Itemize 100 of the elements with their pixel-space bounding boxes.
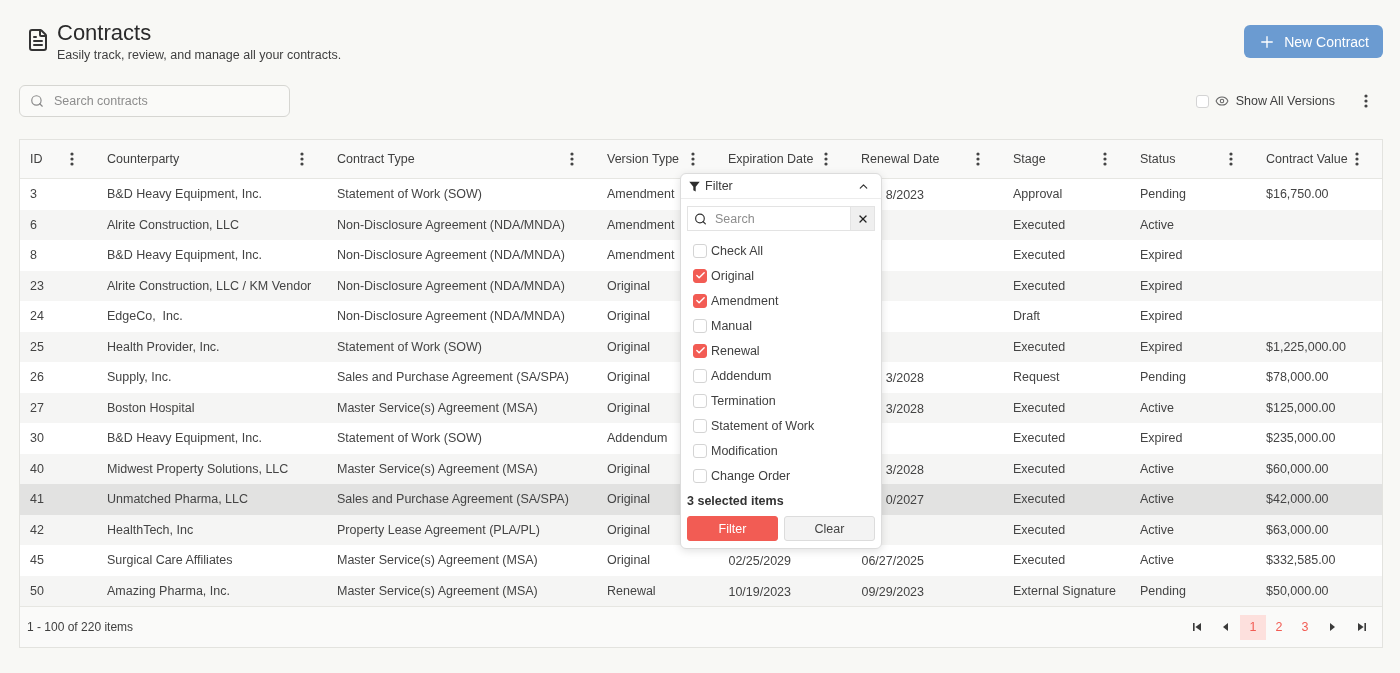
option-label[interactable]: Amendment xyxy=(711,293,779,308)
column-header[interactable]: Status xyxy=(1140,152,1176,166)
option-label[interactable]: Check All xyxy=(711,243,764,258)
table-cell: Renewal xyxy=(607,583,656,598)
table-cell: Boston Hospital xyxy=(107,400,195,415)
column-menu-icon[interactable] xyxy=(300,152,304,166)
table-cell: Executed xyxy=(1013,431,1066,446)
column-menu-icon[interactable] xyxy=(1229,152,1233,166)
column-menu-icon[interactable] xyxy=(1355,152,1359,166)
column-header[interactable]: Renewal Date xyxy=(861,152,940,166)
table-cell: 3 xyxy=(30,187,37,202)
column-header[interactable]: Version Type xyxy=(607,152,680,166)
table-cell: $332,585.00 xyxy=(1266,553,1336,568)
table-cell: EdgeCo, Inc. xyxy=(107,309,183,324)
table-cell: Original xyxy=(607,522,651,537)
table-cell: Amendment xyxy=(607,248,675,263)
column-header[interactable]: ID xyxy=(30,152,43,166)
table-cell: Sales and Purchase Agreement (SA/SPA) xyxy=(337,492,569,507)
table-cell: Alrite Construction, LLC / KM Vendor xyxy=(107,278,312,293)
option-label[interactable]: Change Order xyxy=(711,468,791,483)
table-cell: Original xyxy=(607,309,651,324)
option-label[interactable]: Addendum xyxy=(711,368,772,383)
table-cell: $1,225,000.00 xyxy=(1266,339,1346,354)
table-cell: Non-Disclosure Agreement (NDA/MNDA) xyxy=(337,217,565,232)
table-cell: Amendment xyxy=(607,217,675,232)
skip-end-icon xyxy=(1357,623,1366,631)
table-cell: 26 xyxy=(30,370,44,385)
table-cell: Master Service(s) Agreement (MSA) xyxy=(337,461,538,476)
table-cell: 0/2027 xyxy=(885,493,924,508)
table-cell: Approval xyxy=(1013,187,1063,202)
table-cell: 09/29/2023 xyxy=(861,584,924,599)
selected-count: 3 selected items xyxy=(687,494,784,508)
table-cell: Original xyxy=(607,370,651,385)
search-field[interactable]: Search contracts xyxy=(19,85,290,117)
clear-search-button[interactable] xyxy=(850,207,874,230)
column-menu-icon[interactable] xyxy=(976,152,980,166)
page-title: Contracts xyxy=(57,20,153,46)
triangle-left-icon xyxy=(1223,623,1228,631)
table-cell: Statement of Work (SOW) xyxy=(337,339,482,354)
table-cell: External Signature xyxy=(1013,583,1116,598)
option-label[interactable]: Termination xyxy=(711,393,776,408)
option-label[interactable]: Renewal xyxy=(711,343,760,358)
table-cell: Expired xyxy=(1140,309,1183,324)
show-all-versions-label: Show All Versions xyxy=(1235,94,1335,108)
table-cell: Executed xyxy=(1013,339,1066,354)
table-cell: Executed xyxy=(1013,522,1066,537)
column-menu-icon[interactable] xyxy=(70,152,74,166)
skip-start-icon xyxy=(1192,623,1201,631)
table-cell: Expired xyxy=(1140,248,1183,263)
table-cell: Non-Disclosure Agreement (NDA/MNDA) xyxy=(337,278,565,293)
table-cell: 27 xyxy=(30,400,44,415)
column-header[interactable]: Contract Value xyxy=(1266,152,1348,166)
option-label[interactable]: Statement of Work xyxy=(711,418,815,433)
checkbox[interactable] xyxy=(693,268,707,283)
funnel-icon xyxy=(689,180,700,192)
table-cell: Active xyxy=(1140,400,1175,415)
table-cell: Pending xyxy=(1140,583,1186,598)
checkbox[interactable] xyxy=(693,293,707,308)
table-cell: Property Lease Agreement (PLA/PL) xyxy=(337,522,540,537)
table-cell: $125,000.00 xyxy=(1266,400,1336,415)
table-cell: Amazing Pharma, Inc. xyxy=(107,583,230,598)
table-cell: Midwest Property Solutions, LLC xyxy=(107,461,289,476)
filter-title: Filter xyxy=(705,179,733,193)
table-cell: Active xyxy=(1140,217,1175,232)
table-cell: Master Service(s) Agreement (MSA) xyxy=(337,400,538,415)
column-header[interactable]: Counterparty xyxy=(107,152,180,166)
table-cell: Original xyxy=(607,553,651,568)
option-label[interactable]: Original xyxy=(711,268,755,283)
table-cell: 3/2028 xyxy=(885,462,924,477)
column-header[interactable]: Stage xyxy=(1013,152,1046,166)
clear-button[interactable]: Clear xyxy=(784,516,875,541)
table-cell: Executed xyxy=(1013,278,1066,293)
column-menu-icon[interactable] xyxy=(570,152,574,166)
column-menu-icon[interactable] xyxy=(1103,152,1107,166)
table-cell: Request xyxy=(1013,370,1060,385)
table-cell: Expired xyxy=(1140,278,1183,293)
column-menu-icon[interactable] xyxy=(824,152,828,166)
checkbox[interactable] xyxy=(693,343,707,358)
page-subtitle: Easily track, review, and manage all your contracts. xyxy=(57,47,342,64)
column-header[interactable]: Contract Type xyxy=(337,152,415,166)
table-cell: 8 xyxy=(30,248,37,263)
table-cell: 6 xyxy=(30,217,37,232)
table-cell: Executed xyxy=(1013,217,1066,232)
table-cell: 24 xyxy=(30,309,44,324)
table-cell: 45 xyxy=(30,553,44,568)
table-cell: Non-Disclosure Agreement (NDA/MNDA) xyxy=(337,248,565,263)
table-cell: 42 xyxy=(30,522,44,537)
kebab-menu-icon[interactable] xyxy=(1364,94,1368,108)
table-cell: Expired xyxy=(1140,431,1183,446)
table-cell: Sales and Purchase Agreement (SA/SPA) xyxy=(337,370,569,385)
table-cell: Statement of Work (SOW) xyxy=(337,187,482,202)
search-icon xyxy=(30,94,44,108)
option-label[interactable]: Manual xyxy=(711,318,752,333)
option-label[interactable]: Modification xyxy=(711,443,778,458)
column-menu-icon[interactable] xyxy=(691,152,695,166)
table-cell: Original xyxy=(607,400,651,415)
table-cell: 50 xyxy=(30,583,44,598)
table-cell: Executed xyxy=(1013,461,1066,476)
column-header[interactable]: Expiration Date xyxy=(728,152,814,166)
table-cell: Master Service(s) Agreement (MSA) xyxy=(337,583,538,598)
